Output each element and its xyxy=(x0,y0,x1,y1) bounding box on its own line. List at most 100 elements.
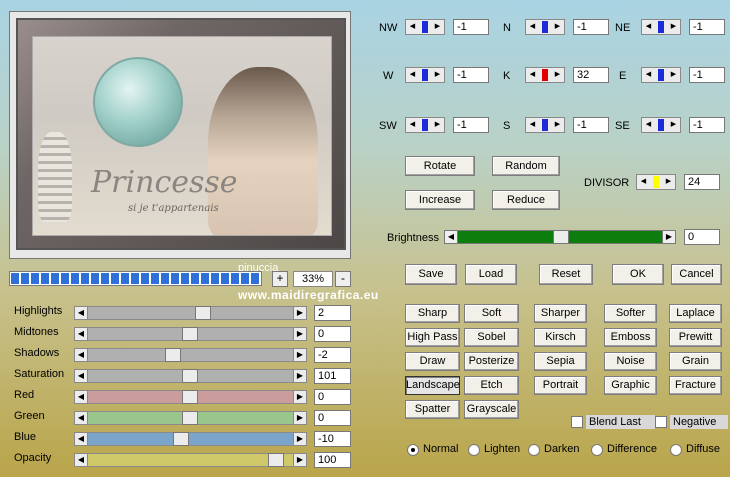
arrow-right-icon[interactable]: ▶ xyxy=(293,453,307,467)
preset-landscape-button[interactable]: Landscape xyxy=(405,376,460,395)
zoom-in-button[interactable]: + xyxy=(272,271,288,287)
arrow-left-icon[interactable]: ◀ xyxy=(638,175,649,189)
arrow-right-icon[interactable]: ▶ xyxy=(432,20,443,34)
kernel-k-slider[interactable]: ◀ ▶ xyxy=(525,67,565,83)
arrow-left-icon[interactable]: ◀ xyxy=(74,348,88,362)
arrow-left-icon[interactable]: ◀ xyxy=(407,68,418,82)
kernel-se-slider-thumb[interactable] xyxy=(658,119,664,131)
red-slider-thumb[interactable] xyxy=(182,390,198,404)
kernel-e-input[interactable]: -1 xyxy=(689,67,725,83)
arrow-right-icon[interactable]: ▶ xyxy=(552,118,563,132)
kernel-sw-input[interactable]: -1 xyxy=(453,117,489,133)
saturation-slider-thumb[interactable] xyxy=(182,369,198,383)
arrow-right-icon[interactable]: ▶ xyxy=(432,68,443,82)
arrow-right-icon[interactable]: ▶ xyxy=(293,306,307,320)
reset-button[interactable]: Reset xyxy=(539,264,593,285)
blue-input[interactable]: -10 xyxy=(314,431,351,447)
arrow-left-icon[interactable]: ◀ xyxy=(643,20,654,34)
kernel-s-slider[interactable]: ◀ ▶ xyxy=(525,117,565,133)
highlights-slider-thumb[interactable] xyxy=(195,306,212,320)
kernel-ne-input[interactable]: -1 xyxy=(689,19,725,35)
arrow-right-icon[interactable]: ▶ xyxy=(668,68,679,82)
arrow-right-icon[interactable]: ▶ xyxy=(293,369,307,383)
arrow-left-icon[interactable]: ◀ xyxy=(527,68,538,82)
kernel-k-input[interactable]: 32 xyxy=(573,67,609,83)
preset-high-pass-button[interactable]: High Pass xyxy=(405,328,460,347)
random-button[interactable]: Random xyxy=(492,156,560,176)
red-input[interactable]: 0 xyxy=(314,389,351,405)
kernel-se-input[interactable]: -1 xyxy=(689,117,725,133)
arrow-right-icon[interactable]: ▶ xyxy=(662,230,676,244)
green-slider[interactable]: ◀ ▶ xyxy=(74,411,307,425)
shadows-slider[interactable]: ◀ ▶ xyxy=(74,348,307,362)
divisor-slider-thumb[interactable] xyxy=(653,176,659,188)
kernel-s-slider-thumb[interactable] xyxy=(542,119,548,131)
arrow-right-icon[interactable]: ▶ xyxy=(552,68,563,82)
divisor-slider[interactable]: ◀ ▶ xyxy=(636,174,676,190)
diffuse-radio[interactable] xyxy=(670,444,682,456)
arrow-right-icon[interactable]: ▶ xyxy=(432,118,443,132)
increase-button[interactable]: Increase xyxy=(405,190,475,210)
brightness-input[interactable]: 0 xyxy=(684,229,720,245)
lighten-radio[interactable] xyxy=(468,444,480,456)
blue-slider-thumb[interactable] xyxy=(172,432,189,446)
opacity-slider-thumb[interactable] xyxy=(268,453,285,467)
kernel-e-slider[interactable]: ◀ ▶ xyxy=(641,67,681,83)
shadows-slider-thumb[interactable] xyxy=(165,348,182,362)
darken-radio[interactable] xyxy=(528,444,540,456)
preset-emboss-button[interactable]: Emboss xyxy=(604,328,657,347)
saturation-slider[interactable]: ◀ ▶ xyxy=(74,369,307,383)
arrow-left-icon[interactable]: ◀ xyxy=(527,118,538,132)
arrow-right-icon[interactable]: ▶ xyxy=(293,411,307,425)
reduce-button[interactable]: Reduce xyxy=(492,190,560,210)
arrow-left-icon[interactable]: ◀ xyxy=(74,369,88,383)
arrow-left-icon[interactable]: ◀ xyxy=(74,411,88,425)
difference-radio[interactable] xyxy=(591,444,603,456)
arrow-right-icon[interactable]: ▶ xyxy=(668,20,679,34)
arrow-left-icon[interactable]: ◀ xyxy=(407,118,418,132)
cancel-button[interactable]: Cancel xyxy=(671,264,722,285)
kernel-sw-slider-thumb[interactable] xyxy=(422,119,428,131)
divisor-input[interactable]: 24 xyxy=(684,174,720,190)
midtones-slider-thumb[interactable] xyxy=(182,327,198,341)
preset-sobel-button[interactable]: Sobel xyxy=(464,328,519,347)
preset-sharper-button[interactable]: Sharper xyxy=(534,304,587,323)
arrow-left-icon[interactable]: ◀ xyxy=(74,453,88,467)
preset-kirsch-button[interactable]: Kirsch xyxy=(534,328,587,347)
rotate-button[interactable]: Rotate xyxy=(405,156,475,176)
preset-laplace-button[interactable]: Laplace xyxy=(669,304,722,323)
preset-grain-button[interactable]: Grain xyxy=(669,352,722,371)
kernel-ne-slider[interactable]: ◀ ▶ xyxy=(641,19,681,35)
brightness-slider[interactable]: ◀ ▶ xyxy=(444,230,676,244)
highlights-input[interactable]: 2 xyxy=(314,305,351,321)
midtones-slider[interactable]: ◀ ▶ xyxy=(74,327,307,341)
save-button[interactable]: Save xyxy=(405,264,457,285)
green-input[interactable]: 0 xyxy=(314,410,351,426)
preset-prewitt-button[interactable]: Prewitt xyxy=(669,328,722,347)
preset-fracture-button[interactable]: Fracture xyxy=(669,376,722,395)
arrow-right-icon[interactable]: ▶ xyxy=(293,390,307,404)
kernel-sw-slider[interactable]: ◀ ▶ xyxy=(405,117,445,133)
arrow-left-icon[interactable]: ◀ xyxy=(643,68,654,82)
opacity-slider[interactable]: ◀ ▶ xyxy=(74,453,307,467)
kernel-e-slider-thumb[interactable] xyxy=(658,69,664,81)
arrow-left-icon[interactable]: ◀ xyxy=(407,20,418,34)
blend-last-checkbox[interactable] xyxy=(571,416,583,428)
midtones-input[interactable]: 0 xyxy=(314,326,351,342)
arrow-right-icon[interactable]: ▶ xyxy=(293,348,307,362)
arrow-right-icon[interactable]: ▶ xyxy=(293,432,307,446)
kernel-nw-slider-thumb[interactable] xyxy=(422,21,428,33)
preset-posterize-button[interactable]: Posterize xyxy=(464,352,519,371)
ok-button[interactable]: OK xyxy=(612,264,664,285)
kernel-nw-slider[interactable]: ◀ ▶ xyxy=(405,19,445,35)
kernel-se-slider[interactable]: ◀ ▶ xyxy=(641,117,681,133)
arrow-left-icon[interactable]: ◀ xyxy=(527,20,538,34)
arrow-right-icon[interactable]: ▶ xyxy=(293,327,307,341)
kernel-nw-input[interactable]: -1 xyxy=(453,19,489,35)
negative-checkbox[interactable] xyxy=(655,416,667,428)
preset-grayscale-button[interactable]: Grayscale xyxy=(464,400,519,419)
kernel-ne-slider-thumb[interactable] xyxy=(658,21,664,33)
load-button[interactable]: Load xyxy=(465,264,517,285)
preset-portrait-button[interactable]: Portrait xyxy=(534,376,587,395)
preset-etch-button[interactable]: Etch xyxy=(464,376,519,395)
